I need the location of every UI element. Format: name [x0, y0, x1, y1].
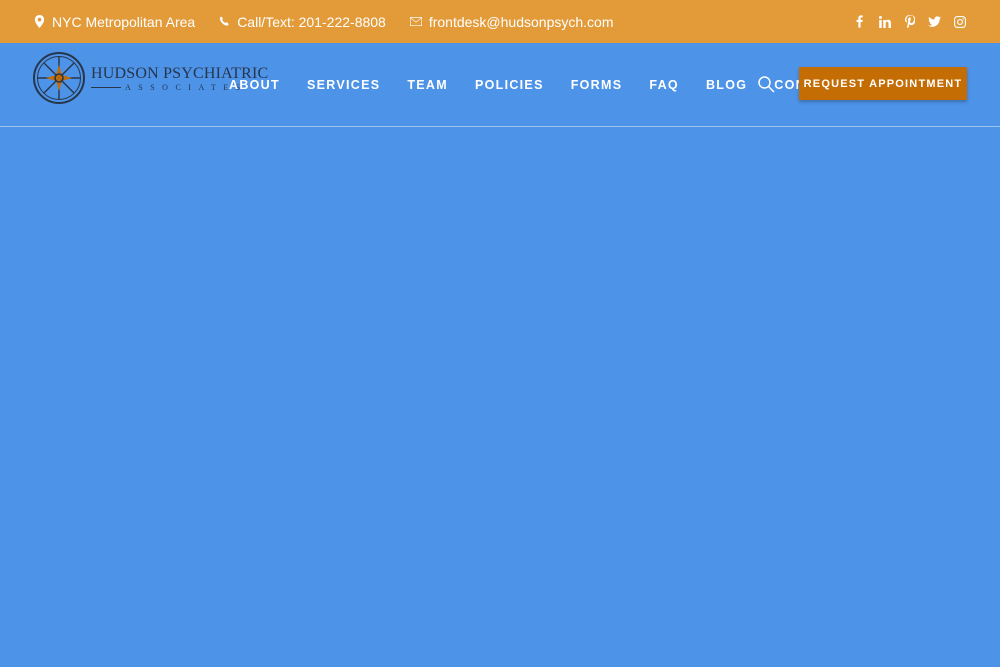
envelope-icon [409, 17, 422, 26]
nav-faq[interactable]: FAQ [649, 78, 679, 92]
pinterest-icon[interactable] [903, 15, 916, 28]
main-navbar: HUDSON PSYCHIATRIC ASSOCIATES ABOUT SERV… [0, 43, 1000, 127]
hero-section [0, 128, 1000, 667]
social-links [853, 15, 966, 28]
search-icon[interactable] [757, 75, 775, 93]
compass-logo-icon [33, 52, 85, 104]
nav-forms[interactable]: FORMS [571, 78, 623, 92]
request-appointment-button[interactable]: REQUEST APPOINTMENT [799, 67, 967, 100]
nav-services[interactable]: SERVICES [307, 78, 380, 92]
instagram-icon[interactable] [953, 15, 966, 28]
nav-policies[interactable]: POLICIES [475, 78, 544, 92]
location-text: NYC Metropolitan Area [52, 13, 196, 30]
map-pin-icon [34, 15, 45, 28]
facebook-icon[interactable] [853, 15, 866, 28]
email-info[interactable]: frontdesk@hudsonpsych.com [409, 14, 614, 30]
linkedin-icon[interactable] [878, 15, 891, 28]
nav-blog[interactable]: BLOG [706, 78, 747, 92]
phone-icon [219, 16, 229, 26]
location-info: NYC Metropolitan Area [34, 14, 195, 30]
phone-text[interactable]: Call/Text: 201-222-8808 [237, 14, 386, 30]
nav-team[interactable]: TEAM [407, 78, 448, 92]
top-info-bar: NYC Metropolitan Area Call/Text: 201-222… [0, 0, 1000, 43]
nav-about[interactable]: ABOUT [229, 78, 280, 92]
email-text[interactable]: frontdesk@hudsonpsych.com [429, 14, 614, 30]
phone-info[interactable]: Call/Text: 201-222-8808 [219, 14, 386, 30]
logo-rule [91, 86, 121, 88]
twitter-icon[interactable] [928, 15, 941, 28]
